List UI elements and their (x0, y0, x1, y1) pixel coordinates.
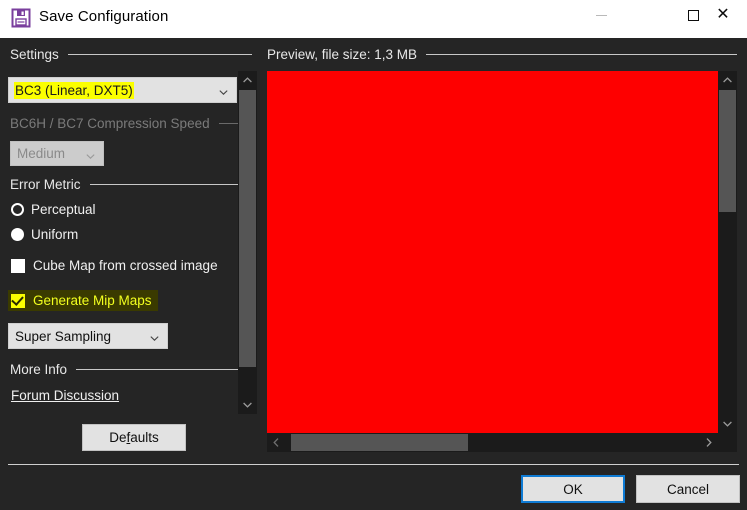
defaults-button[interactable]: De f aults (82, 424, 186, 451)
radio-uniform[interactable]: Uniform (11, 227, 78, 242)
forum-discussion-link[interactable]: Forum Discussion (11, 388, 119, 403)
minimize-button[interactable] (578, 0, 624, 30)
checkbox-cube-map-label: Cube Map from crossed image (33, 258, 218, 273)
close-button[interactable]: ✕ (700, 0, 746, 30)
dialog-body: Settings BC3 (Linear, DXT5) BC6H / BC7 C… (0, 38, 747, 510)
defaults-button-label-pre: De (109, 430, 127, 445)
scrollbar-thumb[interactable] (239, 90, 256, 367)
footer-divider (8, 464, 739, 465)
defaults-button-label-post: aults (130, 430, 159, 445)
chevron-left-icon[interactable] (267, 433, 286, 452)
radio-uniform-label: Uniform (31, 227, 79, 242)
preview-group-header: Preview, file size: 1,3 MB (267, 47, 737, 62)
compression-speed-group-label: BC6H / BC7 Compression Speed (10, 116, 210, 131)
preview-vertical-scrollbar[interactable] (718, 71, 737, 433)
save-floppy-icon (10, 7, 32, 29)
settings-group-label: Settings (10, 47, 59, 62)
chevron-down-icon (150, 334, 159, 343)
compression-speed-group-header: BC6H / BC7 Compression Speed (10, 116, 242, 131)
format-combobox-value: BC3 (Linear, DXT5) (14, 81, 134, 99)
cancel-button[interactable]: Cancel (636, 475, 740, 503)
save-configuration-dialog: Save Configuration ✕ Settings BC3 (Linea… (0, 0, 747, 510)
radio-perceptual[interactable]: Perceptual (11, 202, 96, 217)
ok-button[interactable]: OK (521, 475, 625, 503)
chevron-up-icon[interactable] (238, 71, 257, 90)
mip-filter-value: Super Sampling (15, 328, 112, 344)
compression-speed-value: Medium (17, 146, 66, 161)
minimize-icon (595, 14, 607, 16)
preview-horizontal-scrollbar[interactable] (267, 433, 718, 452)
preview-panel (267, 71, 737, 452)
more-info-group-header: More Info (10, 362, 242, 377)
settings-group-rule (67, 54, 252, 55)
chevron-down-icon (86, 152, 95, 161)
checkbox-unchecked-icon (11, 258, 25, 273)
settings-vertical-scrollbar[interactable] (238, 71, 257, 414)
error-metric-group-label: Error Metric (10, 177, 81, 192)
chevron-down-icon[interactable] (238, 395, 257, 414)
checkbox-generate-mip-maps-label: Generate Mip Maps (33, 293, 152, 308)
close-icon: ✕ (716, 6, 730, 23)
radio-unselected-icon (11, 203, 24, 216)
error-metric-group-rule (89, 184, 242, 185)
compression-speed-combobox: Medium (10, 141, 104, 166)
format-combobox[interactable]: BC3 (Linear, DXT5) (8, 77, 237, 103)
maximize-icon (687, 9, 699, 21)
settings-group-header: Settings (10, 47, 252, 62)
preview-group-label: Preview, file size: 1,3 MB (267, 47, 418, 62)
scrollbar-thumb[interactable] (291, 434, 468, 451)
preview-image[interactable] (267, 71, 718, 433)
chevron-up-icon[interactable] (718, 71, 737, 90)
settings-panel: Settings BC3 (Linear, DXT5) BC6H / BC7 C… (0, 38, 262, 464)
more-info-group-rule (76, 369, 242, 370)
checkbox-checked-icon (11, 292, 25, 308)
preview-group-rule (426, 54, 737, 55)
checkbox-cube-map[interactable]: Cube Map from crossed image (11, 258, 218, 273)
chevron-down-icon[interactable] (718, 414, 737, 433)
chevron-down-icon (219, 88, 228, 97)
scrollbar-thumb[interactable] (719, 90, 736, 212)
error-metric-group-header: Error Metric (10, 177, 242, 192)
checkbox-generate-mip-maps[interactable]: Generate Mip Maps (8, 290, 158, 311)
chevron-right-icon[interactable] (699, 433, 718, 452)
radio-perceptual-label: Perceptual (31, 202, 96, 217)
window-title: Save Configuration (39, 8, 169, 25)
more-info-group-label: More Info (10, 362, 68, 377)
title-bar: Save Configuration ✕ (0, 0, 747, 38)
radio-selected-icon (11, 228, 24, 241)
mip-filter-combobox[interactable]: Super Sampling (8, 323, 168, 349)
